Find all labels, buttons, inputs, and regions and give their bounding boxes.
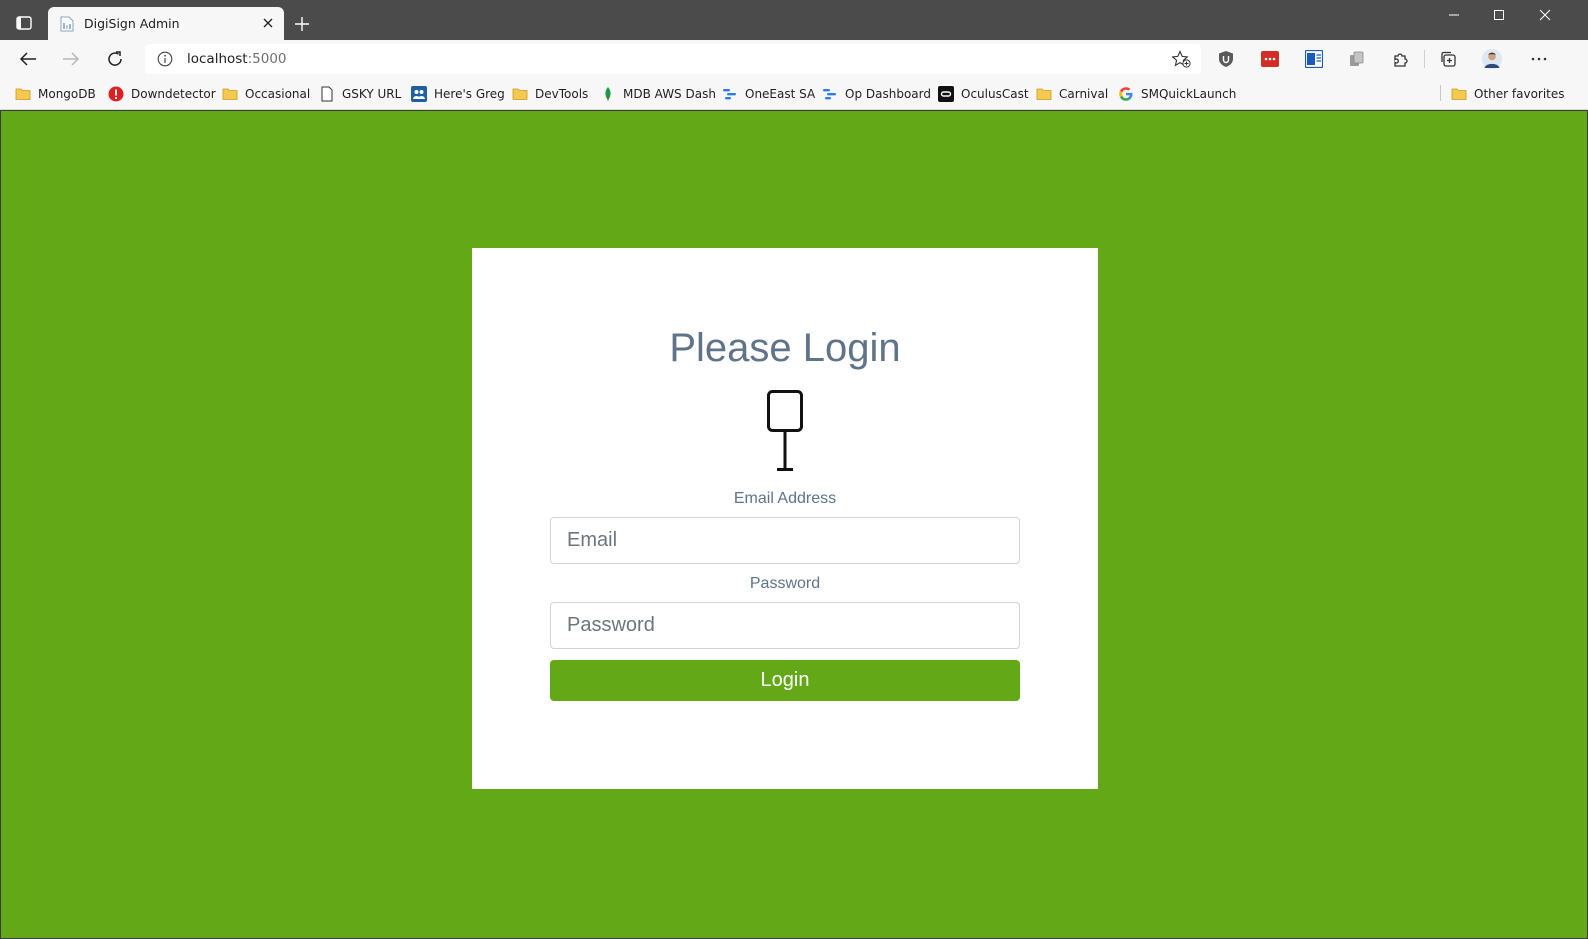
favorites-bar: MongoDB Downdetector Occasional GSKY URL… [0,78,1588,110]
bookmark-heres-greg[interactable]: Here's Greg [411,83,505,105]
extensions-button[interactable] [1391,49,1411,69]
bookmark-label: SMQuickLaunch [1141,87,1237,101]
tab-close-button[interactable] [260,15,276,31]
bookmark-occasional[interactable]: Occasional [222,83,310,105]
maximize-button[interactable] [1476,0,1522,30]
bookmark-label: GSKY URL [342,87,402,101]
login-card: Please Login Email Address Password Logi… [472,248,1098,789]
refresh-button[interactable] [101,45,129,73]
bookmark-label: OculusCast [961,87,1029,101]
lastpass-extension-button[interactable] [1260,49,1280,69]
bookmark-label: OneEast SA [745,87,816,101]
flow-icon [823,89,836,100]
bookmark-oneeast-sa[interactable]: OneEast SA [722,83,815,105]
people-icon [411,86,427,102]
refresh-icon [108,51,122,66]
profile-button[interactable] [1482,49,1502,69]
tab-title: DigiSign Admin [84,16,180,31]
minimize-button[interactable] [1431,0,1477,30]
minimize-icon [1449,14,1459,16]
collections-icon [1441,51,1456,67]
tab-actions-icon [16,16,32,30]
ublock-extension-button[interactable] [1216,49,1236,69]
browser-tab-strip: DigiSign Admin [0,0,1588,40]
other-favorites-label: Other favorites [1474,87,1565,101]
bookmark-devtools[interactable]: DevTools [512,83,588,105]
bookmark-label: MongoDB [38,87,96,101]
forward-button[interactable] [57,45,85,73]
google-icon [1119,87,1133,101]
collections-button[interactable] [1438,49,1458,69]
settings-menu-button[interactable] [1529,49,1549,69]
arrow-left-icon [19,52,36,66]
bookmark-label: Downdetector [131,87,216,101]
arrow-right-icon [63,52,80,66]
bookmark-label: Occasional [245,87,311,101]
address-url: localhost:5000 [187,51,287,67]
more-icon [1531,57,1547,61]
avatar-icon [1482,49,1502,69]
copy-icon [1350,51,1364,66]
bookmark-downdetector[interactable]: Downdetector [108,83,216,105]
other-favorites[interactable]: Other favorites [1451,83,1565,105]
close-icon [263,18,273,28]
bookmark-carnival[interactable]: Carnival [1036,83,1108,105]
bookmark-mongodb[interactable]: MongoDB [15,83,96,105]
folder-icon [15,88,31,100]
tab-actions-button[interactable] [10,10,38,36]
close-icon [1539,9,1551,21]
page-background: Please Login Email Address Password Logi… [1,111,1587,938]
word-extension-button[interactable] [1304,49,1324,69]
shield-icon [1219,51,1233,67]
back-button[interactable] [14,45,42,73]
bookmark-op-dashboard[interactable]: Op Dashboard [822,83,931,105]
add-favorite-icon[interactable] [1171,50,1191,68]
lastpass-icon [1261,51,1279,67]
page-title: Please Login [669,326,901,370]
bookmark-label: DevTools [535,87,589,101]
new-tab-button[interactable] [292,14,312,34]
bookmark-gsky-url[interactable]: GSKY URL [319,83,401,105]
url-host: localhost [187,51,248,67]
bookmark-label: Op Dashboard [845,87,931,101]
downdetector-icon [108,86,124,102]
bookmark-label: Carnival [1059,87,1109,101]
folder-icon [512,88,528,100]
password-label: Password [749,575,821,592]
document-icon [1305,50,1323,68]
puzzle-icon [1394,53,1408,67]
toolbar-separator [1424,50,1425,68]
folder-icon [1036,88,1052,100]
digital-sign-icon [767,390,803,471]
folder-icon [1451,88,1467,100]
bookmark-oculuscast[interactable]: OculusCast [938,83,1029,105]
favorites-separator [1440,85,1441,101]
login-button[interactable]: Login [550,660,1020,701]
page-icon [321,86,333,102]
page-favicon-icon [60,16,74,32]
maximize-icon [1494,10,1504,20]
mongodb-leaf-icon [605,87,611,101]
flow-icon [723,89,736,100]
copy-extension-button[interactable] [1347,49,1367,69]
plus-icon [295,17,309,31]
bookmark-mdb-aws-dash[interactable]: MDB AWS Dash [600,83,716,105]
password-field[interactable] [550,602,1020,649]
email-label: Email Address [733,490,837,507]
tab-active[interactable]: DigiSign Admin [48,7,284,40]
close-window-button[interactable] [1522,0,1568,30]
folder-icon [222,88,238,100]
email-field[interactable] [550,517,1020,564]
oculus-icon [938,86,954,102]
url-port: :5000 [247,51,287,67]
browser-toolbar: localhost:5000 [0,40,1588,78]
bookmark-label: Here's Greg [434,87,505,101]
bookmark-label: MDB AWS Dash [623,87,716,101]
info-icon [157,51,173,67]
address-bar[interactable]: localhost:5000 [145,44,1201,74]
bookmark-smquicklaunch[interactable]: SMQuickLaunch [1118,83,1236,105]
